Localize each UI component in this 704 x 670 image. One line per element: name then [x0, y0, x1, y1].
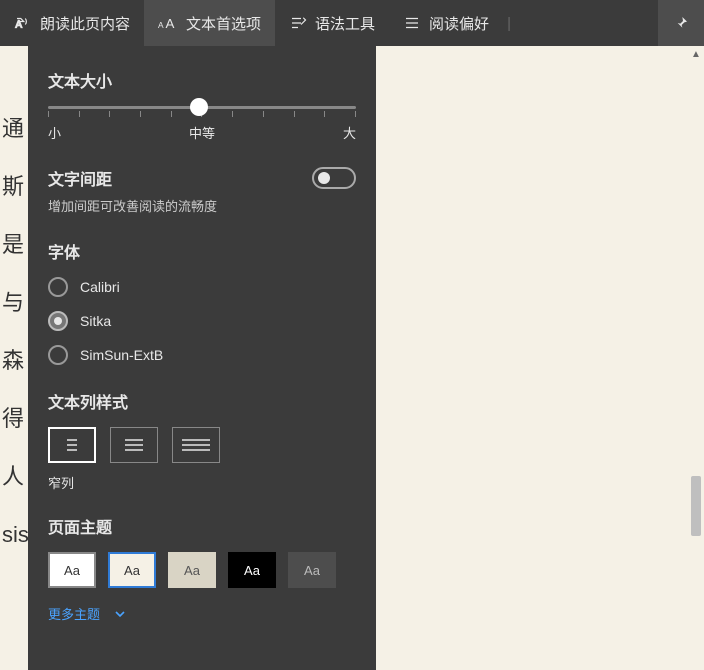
font-option-sitka[interactable]: Sitka: [48, 311, 356, 331]
speaker-icon: A: [14, 14, 32, 32]
theme-sepia[interactable]: Aa: [108, 552, 156, 588]
spacing-hint: 增加间距可改善阅读的流畅度: [48, 196, 356, 215]
reading-prefs-button[interactable]: 阅读偏好: [389, 0, 503, 46]
scroll-up-icon[interactable]: ▲: [688, 46, 704, 62]
separator: |: [507, 15, 511, 32]
column-medium-button[interactable]: [110, 427, 158, 463]
column-wide-button[interactable]: [172, 427, 220, 463]
svg-text:A: A: [166, 16, 175, 31]
spacing-toggle[interactable]: [312, 167, 356, 189]
read-aloud-label: 朗读此页内容: [40, 13, 130, 34]
svg-text:A: A: [16, 20, 23, 31]
spacing-title: 文字间距: [48, 166, 112, 190]
lines-icon: [403, 14, 421, 32]
scroll-thumb[interactable]: [691, 476, 701, 536]
read-aloud-button[interactable]: A 朗读此页内容: [0, 0, 144, 46]
text-size-icon: AA: [158, 14, 178, 32]
font-option-simsun[interactable]: SimSun-ExtB: [48, 345, 356, 365]
font-title: 字体: [48, 239, 356, 263]
column-narrow-button[interactable]: [48, 427, 96, 463]
pin-button[interactable]: [658, 0, 704, 46]
column-label: 窄列: [48, 473, 356, 492]
reading-prefs-label: 阅读偏好: [429, 13, 489, 34]
reader-toolbar: A 朗读此页内容 AA 文本首选项 语法工具 阅读偏好 |: [0, 0, 704, 46]
theme-white[interactable]: Aa: [48, 552, 96, 588]
theme-black[interactable]: Aa: [228, 552, 276, 588]
slider-thumb[interactable]: [190, 98, 208, 116]
scrollbar[interactable]: ▲: [688, 46, 704, 670]
text-size-title: 文本大小: [48, 68, 356, 92]
more-themes-link[interactable]: 更多主题: [48, 604, 356, 623]
grammar-icon: [289, 14, 307, 32]
theme-dark[interactable]: Aa: [288, 552, 336, 588]
chevron-down-icon: [114, 608, 126, 620]
text-prefs-button[interactable]: AA 文本首选项: [144, 0, 275, 46]
grammar-label: 语法工具: [315, 13, 375, 34]
text-size-slider[interactable]: [48, 106, 356, 117]
font-option-calibri[interactable]: Calibri: [48, 277, 356, 297]
pin-icon: [673, 15, 689, 31]
text-prefs-label: 文本首选项: [186, 13, 261, 34]
svg-text:A: A: [158, 20, 164, 30]
theme-gray[interactable]: Aa: [168, 552, 216, 588]
page-content-behind: 通斯是 与森得人 sis: [0, 100, 29, 564]
theme-title: 页面主题: [48, 514, 356, 538]
slider-labels: 小中等大: [48, 123, 356, 142]
grammar-button[interactable]: 语法工具: [275, 0, 389, 46]
columns-title: 文本列样式: [48, 389, 356, 413]
text-prefs-panel: 文本大小 小中等大 文字间距 增加间距可改善阅读的流畅度 字体 Calibri …: [28, 46, 376, 670]
